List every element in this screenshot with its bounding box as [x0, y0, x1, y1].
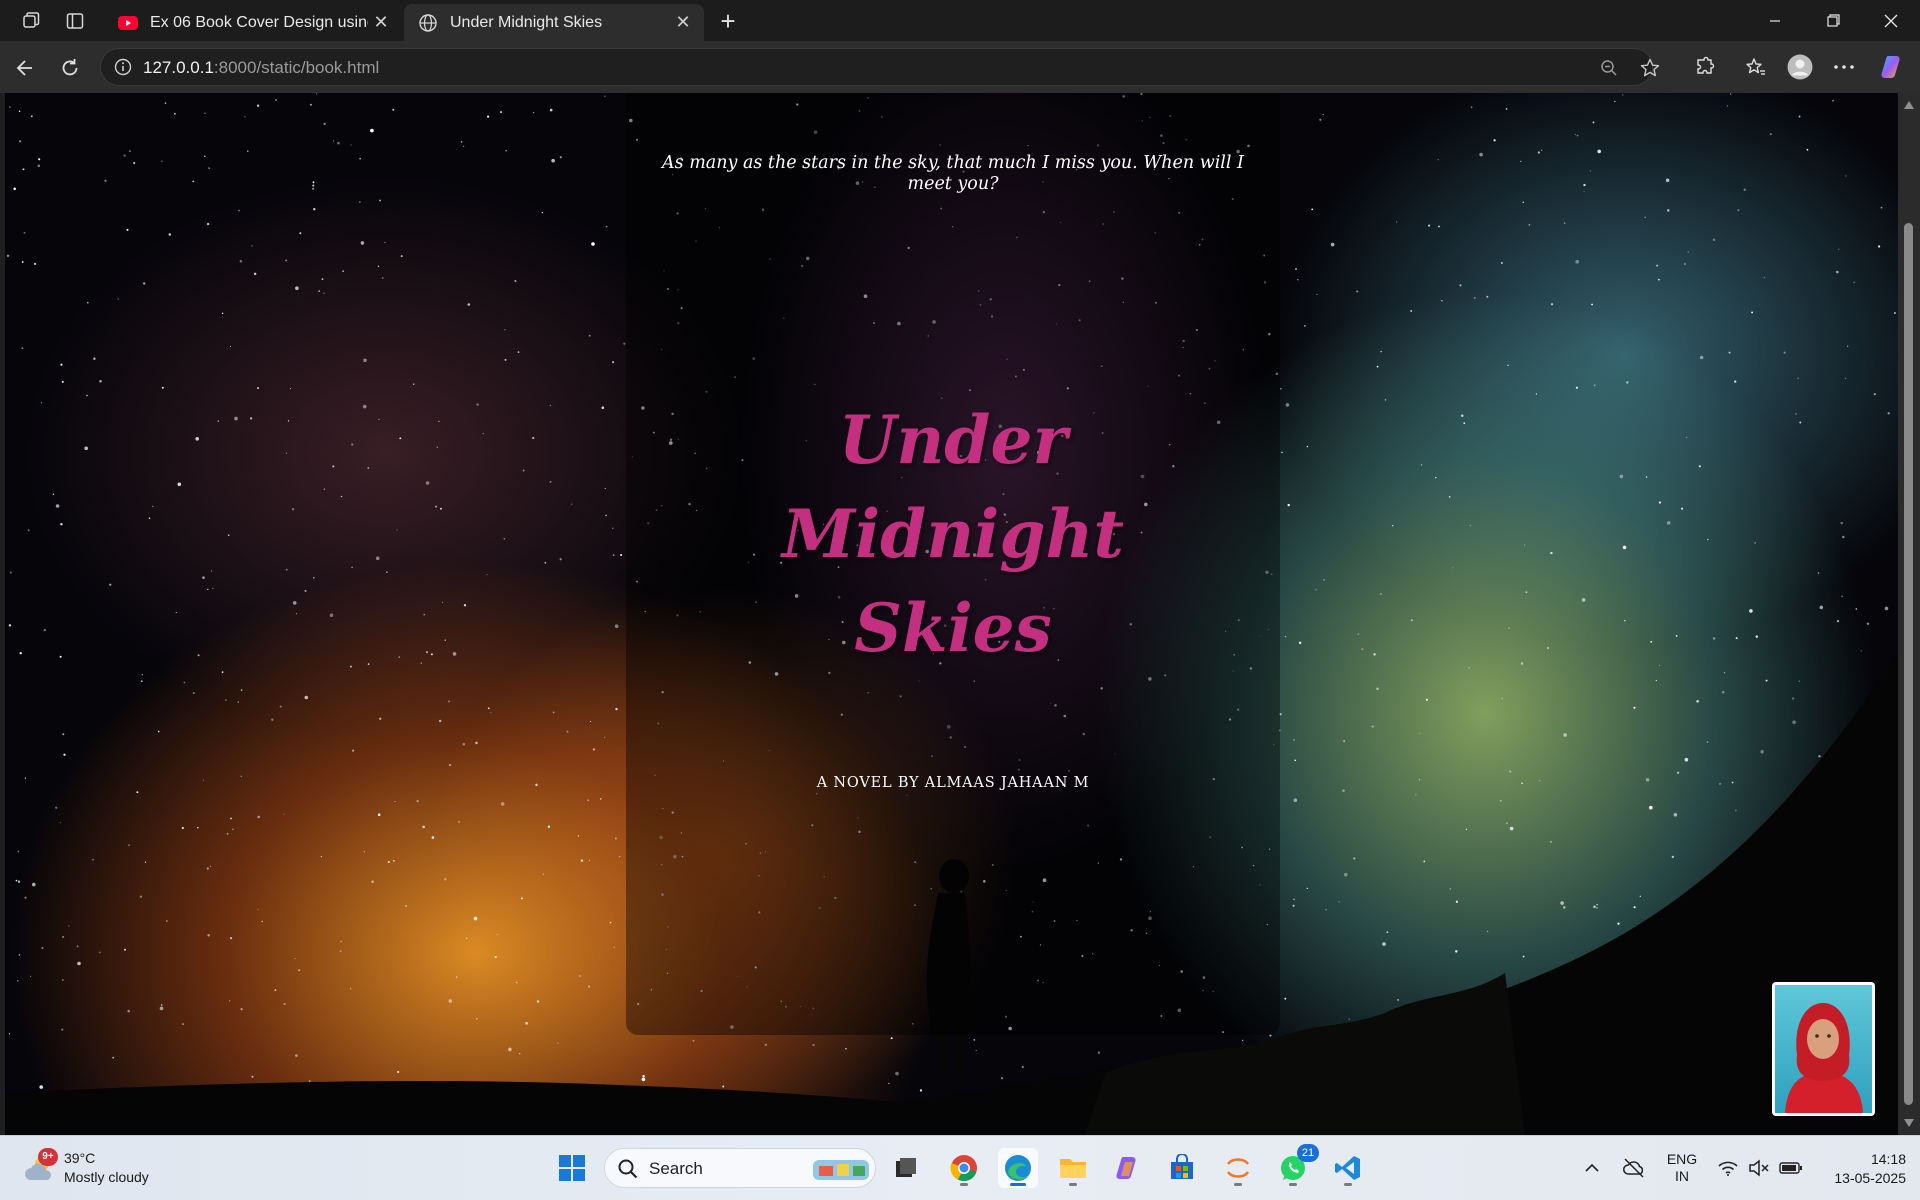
favorite-star-icon[interactable] — [1639, 57, 1661, 79]
browser-toolbar: 127.0.0.1:8000/static/book.html — [0, 41, 1920, 93]
wifi-icon — [1718, 1161, 1738, 1176]
region-code: IN — [1675, 1168, 1689, 1184]
site-info-icon[interactable] — [113, 57, 133, 77]
url-text: 127.0.0.1:8000/static/book.html — [143, 58, 379, 78]
new-tab-button[interactable]: + — [714, 8, 742, 36]
edge-icon — [1005, 1155, 1031, 1181]
taskbar-search[interactable]: Search — [604, 1148, 876, 1188]
url-path: :8000/static/book.html — [213, 58, 380, 77]
file-explorer-app[interactable] — [1053, 1148, 1093, 1188]
scroll-up-arrow[interactable] — [1904, 101, 1914, 109]
chrome-app[interactable] — [944, 1148, 984, 1188]
language-code: ENG — [1666, 1151, 1698, 1167]
page-scrollbar[interactable] — [1898, 93, 1920, 1135]
tab-title: Under Midnight Skies — [450, 13, 603, 31]
clock-time: 14:18 — [1870, 1151, 1906, 1167]
weather-condition: Mostly cloudy — [64, 1169, 149, 1185]
cloud-off-icon — [1623, 1158, 1644, 1178]
minimize-button[interactable] — [1746, 0, 1804, 41]
network-sound-battery[interactable] — [1712, 1148, 1808, 1188]
start-button[interactable] — [552, 1148, 592, 1188]
running-indicator — [1234, 1183, 1242, 1186]
task-view-button[interactable] — [886, 1148, 926, 1188]
profile-photo — [1772, 982, 1875, 1116]
url-host: 127.0.0.1 — [143, 58, 214, 77]
clock[interactable]: 14:18 13-05-2025 — [1810, 1150, 1906, 1188]
page-viewport: As many as the stars in the sky, that mu… — [5, 93, 1898, 1135]
more-menu-icon[interactable] — [1830, 53, 1858, 81]
restore-button[interactable] — [1804, 0, 1862, 41]
title-line: Skies — [854, 589, 1052, 667]
weather-widget[interactable]: 9+ 39°C Mostly cloudy — [22, 1146, 182, 1190]
close-tab-icon[interactable]: ✕ — [670, 10, 696, 36]
show-hidden-icons-button[interactable] — [1572, 1148, 1612, 1188]
copilot-icon[interactable] — [1878, 53, 1906, 81]
tab-under-midnight-skies[interactable]: Under Midnight Skies ✕ — [404, 4, 704, 41]
clock-date: 13-05-2025 — [1834, 1170, 1906, 1186]
notification-badge: 9+ — [38, 1148, 58, 1166]
copilot-icon — [1116, 1157, 1136, 1179]
author-line: A NOVEL BY ALMAAS JAHAAN M — [816, 775, 1090, 791]
vscode-icon — [1335, 1156, 1360, 1180]
running-indicator — [1010, 1183, 1026, 1186]
search-icon — [618, 1159, 638, 1179]
jupyter-icon — [1226, 1158, 1250, 1178]
folder-icon — [1060, 1159, 1086, 1178]
favorites-icon[interactable] — [1742, 53, 1770, 81]
globe-icon — [418, 13, 438, 33]
search-highlight-icon — [813, 1160, 869, 1180]
tab-youtube[interactable]: Ex 06 Book Cover Design using Dj ✕ — [104, 4, 402, 41]
running-indicator — [1069, 1183, 1077, 1186]
running-indicator — [1344, 1183, 1352, 1186]
address-bar[interactable]: 127.0.0.1:8000/static/book.html — [100, 48, 1660, 86]
whatsapp-app[interactable]: 21 — [1273, 1144, 1319, 1188]
battery-icon — [1779, 1162, 1803, 1174]
running-indicator — [1289, 1183, 1297, 1186]
copilot-app[interactable] — [1107, 1148, 1147, 1188]
scroll-thumb[interactable] — [1904, 223, 1913, 1105]
person-photo-icon — [1785, 1003, 1863, 1113]
language-indicator[interactable]: ENG IN — [1660, 1151, 1704, 1185]
jupyter-app[interactable] — [1218, 1148, 1258, 1188]
chevron-up-icon — [1585, 1163, 1599, 1172]
store-app[interactable] — [1162, 1148, 1202, 1188]
chrome-icon — [950, 1155, 977, 1182]
cover-quote: As many as the stars in the sky, that mu… — [662, 153, 1244, 194]
profile-avatar-icon[interactable] — [1786, 53, 1814, 81]
onedrive-status[interactable] — [1614, 1148, 1654, 1188]
store-icon — [1171, 1154, 1193, 1179]
close-window-button[interactable] — [1862, 0, 1920, 41]
windows-logo-icon — [559, 1155, 585, 1181]
running-indicator — [960, 1183, 968, 1186]
zoom-out-icon[interactable] — [1598, 57, 1620, 79]
task-view-icon — [896, 1158, 916, 1177]
edge-app[interactable] — [998, 1148, 1038, 1188]
back-button[interactable] — [10, 54, 38, 82]
speaker-muted-icon — [1749, 1159, 1769, 1177]
vertical-tabs-icon[interactable] — [62, 8, 88, 34]
title-bar: Ex 06 Book Cover Design using Dj ✕ Under… — [0, 0, 1920, 41]
reload-button[interactable] — [56, 54, 84, 82]
scroll-down-arrow[interactable] — [1904, 1119, 1914, 1127]
search-label: Search — [649, 1159, 703, 1178]
book-cover: As many as the stars in the sky, that mu… — [626, 93, 1280, 1035]
windows-taskbar: 9+ 39°C Mostly cloudy Search 21 ENG IN 1… — [0, 1135, 1920, 1200]
tab-title: Ex 06 Book Cover Design using Dj — [150, 13, 368, 31]
vscode-app[interactable] — [1328, 1148, 1368, 1188]
whatsapp-badge: 21 — [1297, 1144, 1319, 1162]
workspaces-icon[interactable] — [18, 8, 44, 34]
youtube-icon — [118, 13, 138, 33]
extensions-icon[interactable] — [1690, 53, 1718, 81]
weather-temp: 39°C — [64, 1150, 96, 1166]
title-line: Under — [838, 401, 1068, 479]
title-line: Midnight — [782, 495, 1124, 573]
book-title: Under Midnight Skies — [626, 393, 1280, 675]
close-tab-icon[interactable]: ✕ — [368, 10, 394, 36]
